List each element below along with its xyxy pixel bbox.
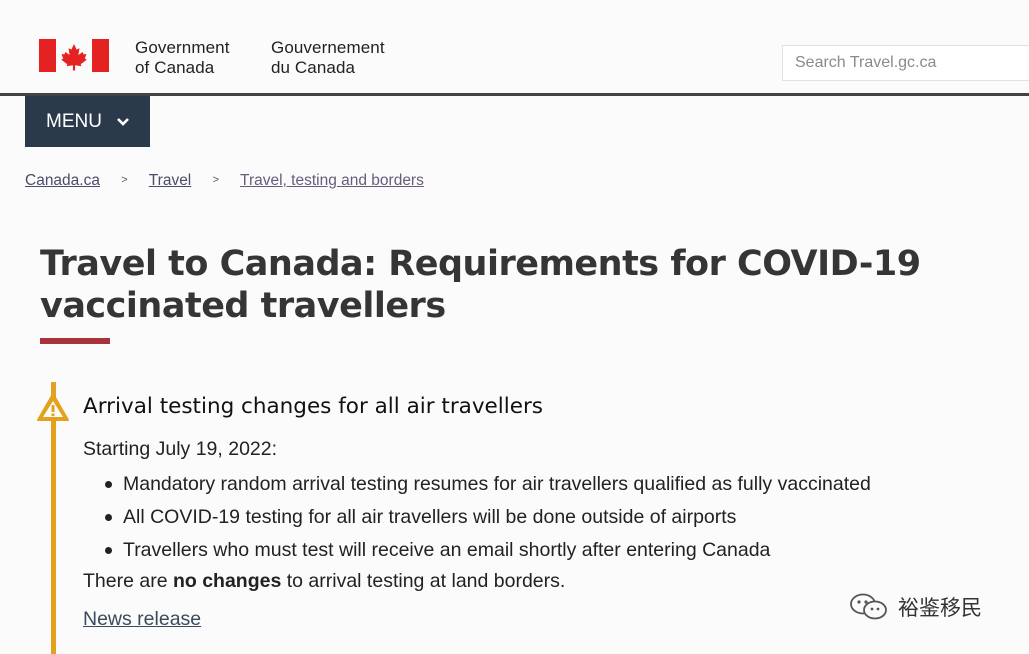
canada-flag-icon[interactable]: [39, 39, 109, 72]
list-item: Mandatory random arrival testing resumes…: [83, 471, 871, 504]
breadcrumb-link-travel-testing[interactable]: Travel, testing and borders: [240, 172, 424, 189]
signature-fr-line1: Gouvernement: [271, 38, 385, 57]
breadcrumb-separator: >: [121, 174, 128, 186]
alert-intro: Starting July 19, 2022:: [83, 438, 278, 460]
site-header: Government of Canada Gouvernement du Can…: [0, 0, 1029, 95]
alert-bullet-list: Mandatory random arrival testing resumes…: [83, 471, 871, 570]
chevron-down-icon: [116, 111, 130, 133]
breadcrumb: Canada.ca > Travel > Travel, testing and…: [25, 172, 424, 190]
breadcrumb-link-canada[interactable]: Canada.ca: [25, 172, 100, 189]
menu-button[interactable]: MENU: [25, 96, 150, 147]
warning-triangle-icon: [37, 393, 69, 421]
note-suffix: to arrival testing at land borders.: [281, 570, 566, 592]
signature-en-line2: of Canada: [135, 58, 215, 77]
government-signature-en[interactable]: Government of Canada: [135, 38, 230, 78]
signature-fr-line2: du Canada: [271, 58, 356, 77]
news-release-link[interactable]: News release: [83, 608, 201, 631]
alert-heading: Arrival testing changes for all air trav…: [83, 394, 544, 419]
breadcrumb-separator: >: [212, 174, 220, 186]
government-signature-fr[interactable]: Gouvernement du Canada: [271, 38, 385, 78]
breadcrumb-link-travel[interactable]: Travel: [149, 172, 192, 189]
watermark-text: 裕鉴移民: [898, 597, 982, 620]
header-divider: [0, 93, 1029, 96]
search-input[interactable]: [782, 45, 1029, 81]
alert-land-border-note: There are no changes to arrival testing …: [83, 570, 565, 593]
wechat-icon: [850, 593, 887, 620]
list-item: Travellers who must test will receive an…: [83, 537, 871, 570]
note-emphasis: no changes: [172, 570, 282, 592]
title-underline: [40, 338, 110, 344]
note-prefix: There are: [83, 570, 173, 592]
page-title: Travel to Canada: Requirements for COVID…: [40, 244, 921, 326]
signature-en-line1: Government: [135, 38, 230, 57]
alert-accent-bar: [51, 382, 56, 654]
watermark: 裕鉴移民: [848, 592, 982, 622]
menu-label: MENU: [46, 110, 102, 132]
list-item: All COVID-19 testing for all air travell…: [83, 504, 871, 537]
